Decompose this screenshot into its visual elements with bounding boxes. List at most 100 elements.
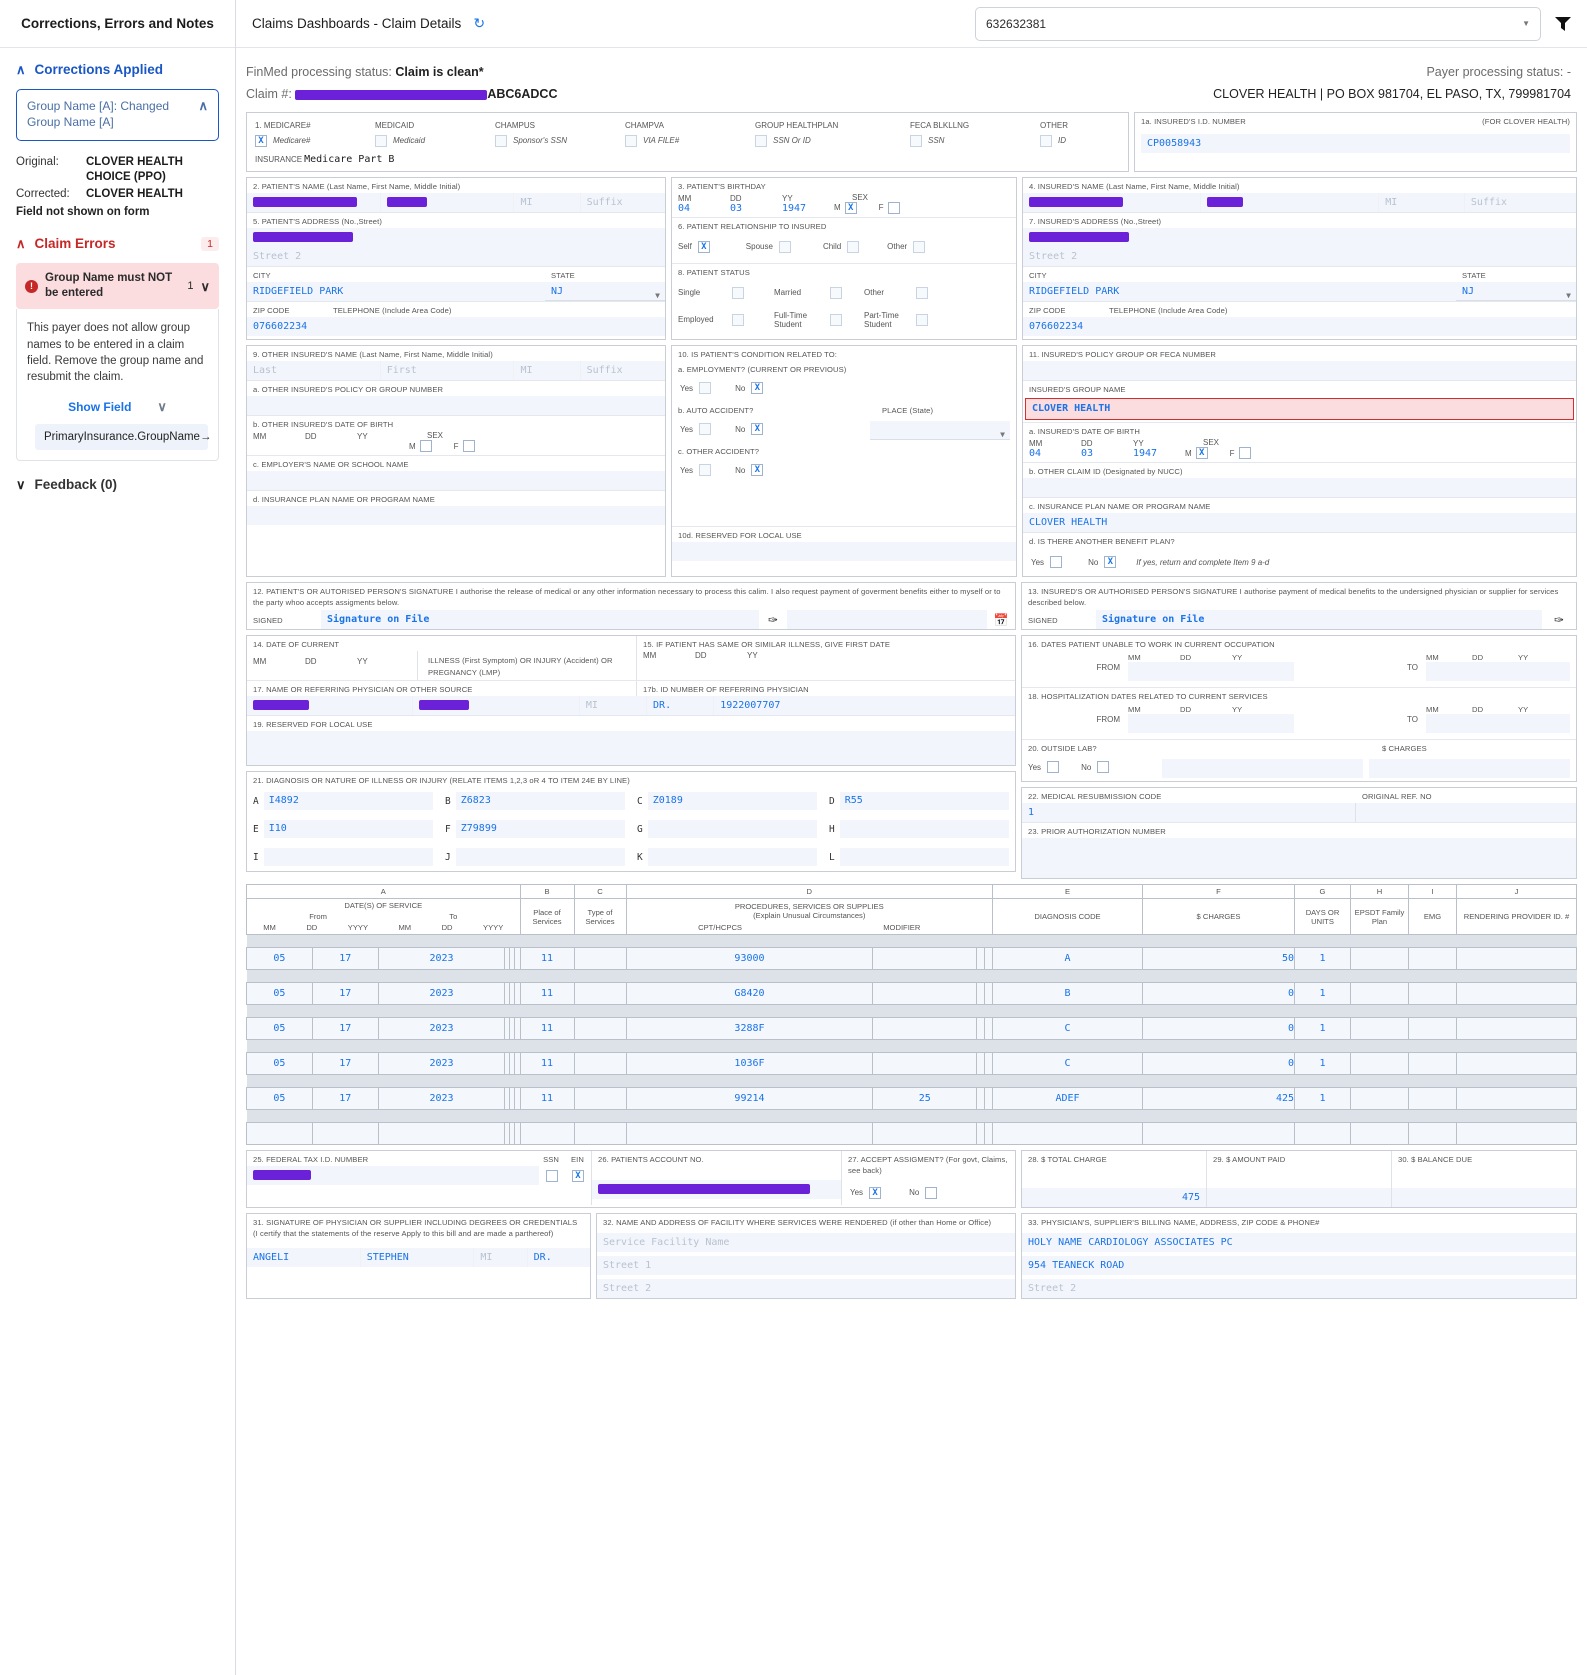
insured-state[interactable]: NJ ▼ bbox=[1456, 281, 1576, 301]
emg[interactable] bbox=[1408, 947, 1457, 971]
relationship-child-checkbox[interactable] bbox=[847, 240, 860, 253]
table-row[interactable]: 05 17 2023 11 G8420 B 0 1 bbox=[246, 982, 1577, 1006]
table-row[interactable] bbox=[246, 1122, 1577, 1146]
patient-dob-mm[interactable]: 04 bbox=[678, 203, 730, 214]
field-path-chip[interactable]: PrimaryInsurance.GroupName bbox=[35, 423, 208, 450]
mod-3[interactable] bbox=[983, 1052, 994, 1076]
other-accident-no-checkbox[interactable]: X bbox=[751, 464, 764, 477]
modifier[interactable] bbox=[872, 982, 978, 1006]
mod-3[interactable] bbox=[983, 982, 994, 1006]
days-or-units[interactable]: 1 bbox=[1294, 947, 1351, 971]
box-19-value[interactable]: . bbox=[247, 731, 1015, 766]
another-benefit-no-checkbox[interactable]: X bbox=[1104, 556, 1117, 569]
chevron-down-icon[interactable]: ▼ bbox=[1522, 19, 1530, 28]
from-dd[interactable]: 17 bbox=[311, 982, 379, 1006]
from-mm[interactable] bbox=[246, 1122, 313, 1146]
other-claim-id[interactable]: . bbox=[1023, 478, 1576, 498]
resubmission-code[interactable]: 1 bbox=[1022, 803, 1356, 823]
patient-account-no[interactable] bbox=[592, 1180, 841, 1200]
other-insured-suffix[interactable]: Suffix bbox=[580, 361, 665, 381]
insurance-type-checkbox[interactable] bbox=[1040, 134, 1052, 147]
corrections-applied-section-header[interactable]: Corrections Applied bbox=[16, 62, 219, 77]
insured-policy-group-number[interactable]: . bbox=[1023, 361, 1576, 381]
box-18-to-yy[interactable]: . bbox=[1518, 714, 1570, 734]
relationship-spouse-checkbox[interactable] bbox=[778, 240, 791, 253]
facility-street-1[interactable]: Street 1 bbox=[597, 1256, 1015, 1276]
other-dob-yy[interactable] bbox=[357, 441, 409, 452]
physician-first-name[interactable]: STEPHEN bbox=[360, 1247, 475, 1267]
insured-suffix[interactable]: Suffix bbox=[1464, 192, 1576, 212]
referring-physician-id[interactable]: 1922007707 bbox=[714, 696, 1016, 716]
charges[interactable]: 50 bbox=[1142, 947, 1295, 971]
insurance-type-checkbox[interactable] bbox=[625, 134, 637, 147]
epsdt[interactable] bbox=[1350, 1017, 1409, 1041]
from-yyyy[interactable]: 2023 bbox=[377, 1017, 506, 1041]
cpt-hcpcs[interactable] bbox=[625, 1122, 874, 1146]
referring-physician-mi[interactable]: MI bbox=[579, 696, 648, 716]
from-dd[interactable]: 17 bbox=[311, 1087, 379, 1111]
type-of-service[interactable] bbox=[573, 982, 627, 1006]
outside-lab-yes-checkbox[interactable] bbox=[1047, 761, 1060, 774]
diagnosis-value[interactable] bbox=[839, 848, 1009, 867]
type-of-service[interactable] bbox=[573, 1087, 627, 1111]
employment-yes-checkbox[interactable] bbox=[699, 382, 712, 395]
other-insured-policy[interactable]: . bbox=[247, 396, 665, 416]
calendar-icon[interactable]: 📅 bbox=[987, 613, 1015, 627]
insured-dob-mm[interactable]: 04 bbox=[1029, 448, 1081, 459]
epsdt[interactable] bbox=[1350, 947, 1409, 971]
box-15-yy[interactable] bbox=[747, 660, 799, 671]
referring-physician-first[interactable] bbox=[413, 696, 580, 716]
insured-group-name-value[interactable]: CLOVER HEALTH bbox=[1025, 398, 1574, 421]
insured-last-name[interactable] bbox=[1023, 192, 1202, 212]
box-15-mm[interactable] bbox=[643, 660, 695, 671]
federal-tax-id[interactable] bbox=[247, 1166, 539, 1186]
from-mm[interactable]: 05 bbox=[246, 947, 313, 971]
insured-first-name[interactable] bbox=[1201, 192, 1380, 212]
physician-mi[interactable]: MI bbox=[474, 1247, 528, 1267]
diagnosis-value[interactable] bbox=[455, 848, 625, 867]
patient-telephone[interactable] bbox=[327, 316, 665, 336]
other-dob-mm[interactable] bbox=[253, 441, 305, 452]
cpt-hcpcs[interactable]: 99214 bbox=[625, 1087, 874, 1111]
accident-place-state-select[interactable]: ▼ bbox=[870, 420, 1010, 440]
other-plan-name[interactable]: . bbox=[247, 506, 665, 526]
amount-paid-value[interactable]: . bbox=[1207, 1188, 1391, 1208]
patient-zip[interactable]: 076602234 bbox=[247, 316, 327, 336]
modifier[interactable] bbox=[872, 947, 978, 971]
modifier[interactable] bbox=[872, 1017, 978, 1041]
rendering-provider-id[interactable] bbox=[1456, 1052, 1577, 1076]
physician-last-name[interactable]: ANGELI bbox=[247, 1247, 361, 1267]
diagnosis-code[interactable]: C bbox=[992, 1017, 1143, 1041]
diagnosis-value[interactable]: I10 bbox=[263, 820, 433, 839]
table-row[interactable]: 05 17 2023 11 1036F C 0 1 bbox=[246, 1052, 1577, 1076]
box-16-to-dd[interactable]: . bbox=[1472, 662, 1518, 682]
box-16-from-dd[interactable]: . bbox=[1180, 662, 1232, 682]
other-insured-mi[interactable]: MI bbox=[514, 361, 581, 381]
modifier[interactable]: 25 bbox=[872, 1087, 978, 1111]
charges[interactable]: 425 bbox=[1142, 1087, 1295, 1111]
from-dd[interactable] bbox=[311, 1122, 379, 1146]
insured-street-1[interactable] bbox=[1023, 227, 1576, 247]
emg[interactable] bbox=[1408, 1087, 1457, 1111]
from-mm[interactable]: 05 bbox=[246, 1017, 313, 1041]
days-or-units[interactable]: 1 bbox=[1294, 982, 1351, 1006]
place-of-service[interactable] bbox=[519, 1122, 575, 1146]
epsdt[interactable] bbox=[1350, 982, 1409, 1006]
balance-due-value[interactable]: . bbox=[1392, 1188, 1576, 1208]
emg[interactable] bbox=[1408, 1052, 1457, 1076]
patient-mi[interactable]: MI bbox=[514, 192, 581, 212]
diagnosis-value[interactable] bbox=[839, 820, 1009, 839]
box-18-to-dd[interactable]: . bbox=[1472, 714, 1518, 734]
diagnosis-code[interactable]: B bbox=[992, 982, 1143, 1006]
mod-3[interactable] bbox=[983, 1122, 994, 1146]
box-16-to-yy[interactable]: . bbox=[1518, 662, 1570, 682]
insured-dob-dd[interactable]: 03 bbox=[1081, 448, 1133, 459]
from-dd[interactable]: 17 bbox=[311, 1017, 379, 1041]
patient-sex-female-checkbox[interactable] bbox=[887, 201, 900, 214]
rendering-provider-id[interactable] bbox=[1456, 1087, 1577, 1111]
other-sex-male-checkbox[interactable] bbox=[419, 440, 432, 453]
place-of-service[interactable]: 11 bbox=[519, 1052, 575, 1076]
epsdt[interactable] bbox=[1350, 1122, 1409, 1146]
billing-provider-name[interactable]: HOLY NAME CARDIOLOGY ASSOCIATES PC bbox=[1022, 1233, 1576, 1253]
other-sex-female-checkbox[interactable] bbox=[462, 440, 475, 453]
